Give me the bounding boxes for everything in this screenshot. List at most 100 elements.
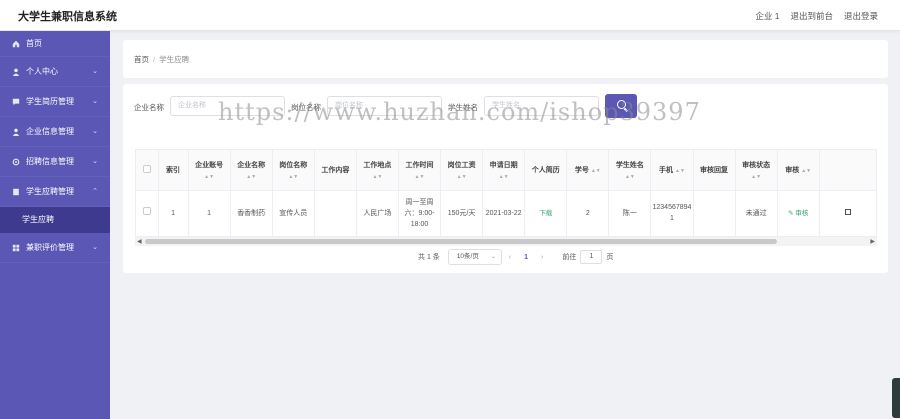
sort-icon: ▲▼: [456, 173, 467, 180]
sidebar-item-label: 企业信息管理: [26, 126, 74, 136]
scroll-right-icon[interactable]: ▶: [870, 238, 875, 245]
col-header: 索引: [158, 150, 189, 191]
goto-label: 前往: [562, 254, 577, 261]
total-count: 共 1 条: [418, 254, 440, 261]
cell-index: 1: [158, 190, 189, 237]
application-table: 索引 企业账号 ▲▼ 企业名称 ▲▼ 岗位名称 ▲▼ 工作内容 工作地点 ▲▼ 工作时间…: [135, 149, 877, 245]
sort-icon: ▲▼: [624, 173, 635, 180]
row-select-cell[interactable]: [136, 190, 159, 237]
col-header[interactable]: 学号 ▲▼: [566, 150, 610, 191]
col-header[interactable]: 学生姓名 ▲▼: [608, 150, 652, 191]
cell-student-no: 2: [566, 190, 610, 237]
sort-icon: ▲▼: [288, 173, 299, 180]
chevron-down-icon: ⌄: [490, 254, 496, 260]
cell-location: 人民广场: [356, 190, 399, 237]
sidebar-item-personal[interactable]: 个人中心 ⌄: [0, 57, 110, 87]
sort-icon: ▲▼: [372, 173, 383, 180]
col-header[interactable]: 岗位工资 ▲▼: [440, 150, 484, 191]
sidebar-item-home[interactable]: 首页: [0, 31, 110, 57]
cell-audit: ✎ 审核: [777, 190, 820, 237]
floating-widget[interactable]: [892, 378, 900, 418]
user-icon: [12, 128, 20, 136]
front-page-link[interactable]: 退出到前台: [790, 10, 833, 22]
col-header[interactable]: 企业账号 ▲▼: [188, 150, 231, 191]
col-header: 审核回复: [693, 150, 736, 191]
col-header: 工作内容: [314, 150, 357, 191]
top-links: 企业 1 退出到前台 退出登录: [755, 10, 878, 22]
cell-company: 香香制药: [230, 190, 273, 237]
sidebar-item-label: 招聘信息管理: [26, 156, 74, 166]
col-header[interactable]: 申请日期 ▲▼: [482, 150, 526, 191]
col-header[interactable]: 手机 ▲▼: [650, 150, 694, 191]
prev-page-button[interactable]: ‹: [509, 254, 511, 261]
sidebar-item-label: 首页: [26, 38, 42, 48]
sidebar-item-recruit[interactable]: 招聘信息管理 ⌄: [0, 147, 110, 177]
chevron-up-icon: ⌃: [92, 188, 98, 195]
cell-student-name: 陈一: [608, 190, 652, 237]
detail-icon[interactable]: [845, 208, 852, 215]
logout-link[interactable]: 退出登录: [844, 10, 878, 22]
cell-reply: [693, 190, 736, 237]
breadcrumb-home[interactable]: 首页: [134, 55, 149, 64]
col-header[interactable]: 企业名称 ▲▼: [230, 150, 273, 191]
cell-account: 1: [188, 190, 231, 237]
breadcrumb: 首页 / 学生应聘: [134, 55, 190, 64]
next-page-button[interactable]: ›: [541, 254, 543, 261]
scrollbar-thumb[interactable]: [145, 239, 777, 244]
main-content: 首页/学生应聘 企业名称 企业名称 岗位名称 岗位名称 学生姓名 学生姓名: [110, 31, 900, 419]
sort-icon: ▲▼: [590, 167, 601, 174]
user-menu-link[interactable]: 企业 1: [755, 10, 779, 22]
grid-icon: [12, 244, 20, 251]
breadcrumb-current: 学生应聘: [159, 55, 190, 64]
select-all-cell[interactable]: [136, 150, 159, 191]
current-page[interactable]: 1: [524, 254, 528, 261]
col-header[interactable]: 工作地点 ▲▼: [356, 150, 399, 191]
horizontal-scrollbar[interactable]: ◀ ▶: [135, 237, 877, 246]
sidebar-item-evaluation[interactable]: 兼职评价管理 ⌄: [0, 233, 110, 263]
row-checkbox[interactable]: [142, 207, 151, 215]
sidebar-item-label: 个人中心: [26, 66, 58, 76]
pagination: 共 1 条 10条/页 ⌄ ‹ 1 › 前往 1 页: [418, 249, 613, 265]
sidebar-item-label: 学生简历管理: [26, 96, 74, 106]
sidebar-item-label: 学生应聘管理: [26, 186, 74, 196]
chevron-down-icon: ⌄: [92, 158, 98, 165]
doc-icon: [13, 188, 19, 195]
audit-button[interactable]: ✎ 审核: [788, 210, 808, 217]
col-header[interactable]: 岗位名称 ▲▼: [272, 150, 315, 191]
goto-page-input[interactable]: 1: [580, 250, 603, 264]
chevron-down-icon: ⌄: [92, 98, 98, 105]
cell-content: [314, 190, 357, 237]
sidebar: 首页 个人中心 ⌄ 学生简历管理 ⌄ 企业信息管理 ⌄ 招聘信息管理 ⌄ 学生应…: [0, 31, 110, 419]
cell-time: 周一至周六：9:00-18:00: [398, 190, 442, 237]
cell-actions: [819, 190, 876, 237]
sort-icon: ▲▼: [498, 173, 509, 180]
top-header: 大学生兼职信息系统 企业 1 退出到前台 退出登录: [0, 0, 900, 31]
col-header: [819, 150, 876, 191]
cell-salary: 150元/天: [440, 190, 484, 237]
sort-icon: ▲▼: [204, 173, 215, 180]
sidebar-item-company[interactable]: 企业信息管理 ⌄: [0, 117, 110, 147]
gear-icon: [12, 158, 20, 165]
sort-icon: ▲▼: [751, 173, 762, 180]
scroll-left-icon[interactable]: ◀: [137, 238, 142, 245]
page-suffix: 页: [606, 254, 614, 261]
sidebar-item-application[interactable]: 学生应聘管理 ⌃: [0, 177, 110, 207]
chevron-down-icon: ⌄: [92, 244, 98, 251]
user-icon: [12, 68, 20, 76]
sidebar-item-label: 兼职评价管理: [26, 242, 74, 252]
table-row: 1 1 香香制药 宣传人员 人民广场 周一至周六：9:00-18:00 150元…: [136, 190, 876, 237]
col-header[interactable]: 审核状态 ▲▼: [735, 150, 778, 191]
resume-download-link[interactable]: 下载: [539, 210, 552, 217]
sidebar-subitem-application[interactable]: 学生应聘: [0, 207, 110, 233]
cell-resume: 下载: [524, 190, 568, 237]
chevron-down-icon: ⌄: [92, 68, 98, 75]
sidebar-item-resume[interactable]: 学生简历管理 ⌄: [0, 87, 110, 117]
col-header[interactable]: 审核 ▲▼: [777, 150, 820, 191]
select-all-checkbox[interactable]: [142, 164, 151, 173]
chevron-down-icon: ⌄: [92, 128, 98, 135]
app-title: 大学生兼职信息系统: [18, 11, 117, 23]
col-header[interactable]: 工作时间 ▲▼: [398, 150, 442, 191]
col-header: 个人简历: [524, 150, 568, 191]
page-size-select[interactable]: 10条/页 ⌄: [447, 249, 502, 265]
cell-phone: 12345678941: [650, 190, 694, 237]
